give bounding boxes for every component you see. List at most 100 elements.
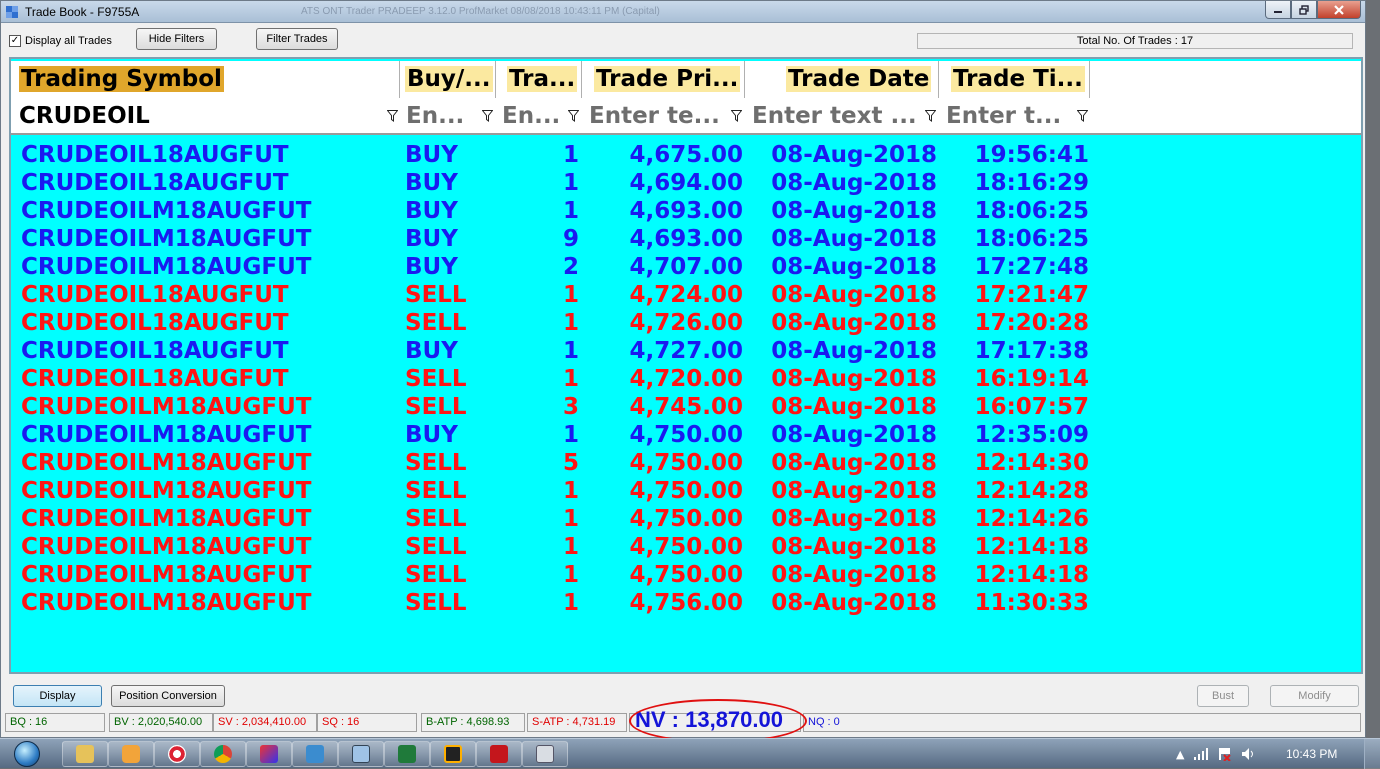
cell-date: 08-Aug-2018 bbox=[771, 562, 937, 588]
cell-qty: 1 bbox=[562, 478, 579, 504]
tray-expand-icon[interactable]: ▲ bbox=[1176, 748, 1184, 761]
show-desktop-button[interactable] bbox=[1364, 739, 1380, 769]
table-row[interactable]: CRUDEOIL18AUGFUT BUY 1 4,727.00 08-Aug-2018 1… bbox=[11, 337, 1361, 365]
triangle-app-icon bbox=[260, 745, 278, 763]
cell-time: 12:35:09 bbox=[974, 422, 1089, 448]
table-row[interactable]: CRUDEOILM18AUGFUT SELL 1 4,750.00 08-Aug-201… bbox=[11, 561, 1361, 589]
hide-filters-button[interactable]: Hide Filters bbox=[136, 28, 217, 50]
table-row[interactable]: CRUDEOIL18AUGFUT SELL 1 4,724.00 08-Aug-2018… bbox=[11, 281, 1361, 309]
close-button[interactable] bbox=[1317, 1, 1361, 19]
window-app-icon bbox=[352, 745, 370, 763]
table-row[interactable]: CRUDEOIL18AUGFUT SELL 1 4,726.00 08-Aug-2018… bbox=[11, 309, 1361, 337]
grid-filter-row: CRUDEOIL En... En... Enter te... Enter t… bbox=[11, 98, 1361, 135]
cell-side: SELL bbox=[405, 366, 467, 392]
start-button[interactable] bbox=[2, 740, 52, 768]
filter-funnel-icon[interactable] bbox=[387, 110, 398, 122]
column-header-trading-symbol[interactable]: Trading Symbol bbox=[19, 63, 399, 96]
cell-date: 08-Aug-2018 bbox=[771, 142, 937, 168]
minimize-icon bbox=[1274, 10, 1282, 13]
taskbar-trading-app[interactable] bbox=[430, 741, 476, 767]
cell-qty: 1 bbox=[562, 142, 579, 168]
filter-funnel-icon[interactable] bbox=[482, 110, 493, 122]
maximize-button[interactable] bbox=[1291, 1, 1317, 19]
taskbar-calculator[interactable] bbox=[522, 741, 568, 767]
table-row[interactable]: CRUDEOILM18AUGFUT SELL 3 4,745.00 08-Aug-201… bbox=[11, 393, 1361, 421]
volume-icon[interactable] bbox=[1241, 747, 1257, 761]
column-header-trade-date[interactable]: Trade Date bbox=[786, 63, 936, 96]
action-center-flag-icon[interactable] bbox=[1218, 747, 1232, 761]
cell-side: BUY bbox=[405, 254, 458, 280]
table-row[interactable]: CRUDEOILM18AUGFUT SELL 1 4,750.00 08-Aug-201… bbox=[11, 533, 1361, 561]
filter-funnel-icon[interactable] bbox=[1077, 110, 1088, 122]
table-row[interactable]: CRUDEOILM18AUGFUT SELL 1 4,750.00 08-Aug-201… bbox=[11, 477, 1361, 505]
taskbar-app-network[interactable] bbox=[292, 741, 338, 767]
cell-qty: 2 bbox=[562, 254, 579, 280]
toolbar: ✓ Display all Trades Hide Filters Filter… bbox=[1, 25, 1365, 55]
taskbar-pdf-reader[interactable] bbox=[476, 741, 522, 767]
bust-button[interactable]: Bust bbox=[1197, 685, 1249, 707]
cell-qty: 1 bbox=[562, 338, 579, 364]
column-header-trade-qty[interactable]: Tra... bbox=[507, 63, 579, 96]
filter-input-trade-qty[interactable]: En... bbox=[502, 100, 564, 133]
modify-button[interactable]: Modify bbox=[1270, 685, 1359, 707]
filter-input-trade-price[interactable]: Enter te... bbox=[589, 100, 726, 133]
filter-input-trading-symbol[interactable]: CRUDEOIL bbox=[19, 100, 384, 133]
table-row[interactable]: CRUDEOILM18AUGFUT BUY 9 4,693.00 08-Aug-2018… bbox=[11, 225, 1361, 253]
net-qty-status: NQ : 0 bbox=[803, 713, 1361, 732]
display-all-trades-checkbox[interactable]: ✓ Display all Trades bbox=[9, 35, 112, 47]
table-row[interactable]: CRUDEOILM18AUGFUT BUY 1 4,750.00 08-Aug-2018… bbox=[11, 421, 1361, 449]
table-row[interactable]: CRUDEOIL18AUGFUT BUY 1 4,694.00 08-Aug-2018 1… bbox=[11, 169, 1361, 197]
taskbar-app-triangle[interactable] bbox=[246, 741, 292, 767]
cell-date: 08-Aug-2018 bbox=[771, 422, 937, 448]
taskbar-app-lifebuoy[interactable] bbox=[154, 741, 200, 767]
cell-time: 17:20:28 bbox=[974, 310, 1089, 336]
table-row[interactable]: CRUDEOIL18AUGFUT BUY 1 4,675.00 08-Aug-2018 1… bbox=[11, 141, 1361, 169]
cell-date: 08-Aug-2018 bbox=[771, 170, 937, 196]
taskbar: ▲ 10:43 PM bbox=[0, 738, 1380, 769]
filter-funnel-icon[interactable] bbox=[925, 110, 936, 122]
excel-icon bbox=[398, 745, 416, 763]
title-bar[interactable]: Trade Book - F9755A ATS ONT Trader PRADE… bbox=[1, 1, 1365, 23]
table-row[interactable]: CRUDEOILM18AUGFUT BUY 1 4,693.00 08-Aug-2018… bbox=[11, 197, 1361, 225]
table-row[interactable]: CRUDEOIL18AUGFUT SELL 1 4,720.00 08-Aug-2018… bbox=[11, 365, 1361, 393]
sell-qty-status: SQ : 16 bbox=[317, 713, 417, 732]
column-header-trade-time[interactable]: Trade Ti... bbox=[951, 63, 1087, 96]
taskbar-explorer[interactable] bbox=[62, 741, 108, 767]
cell-price: 4,750.00 bbox=[629, 422, 744, 448]
cell-symbol: CRUDEOILM18AUGFUT bbox=[21, 590, 312, 616]
taskbar-media-player[interactable] bbox=[108, 741, 154, 767]
table-row[interactable]: CRUDEOILM18AUGFUT BUY 2 4,707.00 08-Aug-2018… bbox=[11, 253, 1361, 281]
taskbar-app-window[interactable] bbox=[338, 741, 384, 767]
network-signal-icon[interactable] bbox=[1193, 748, 1209, 760]
filter-trades-button[interactable]: Filter Trades bbox=[256, 28, 338, 50]
filter-input-trade-date[interactable]: Enter text ... bbox=[752, 100, 922, 133]
display-button[interactable]: Display bbox=[13, 685, 102, 707]
cell-symbol: CRUDEOILM18AUGFUT bbox=[21, 534, 312, 560]
taskbar-clock[interactable]: 10:43 PM bbox=[1286, 747, 1337, 761]
cell-symbol: CRUDEOILM18AUGFUT bbox=[21, 506, 312, 532]
trade-grid[interactable]: Trading Symbol Buy/... Tra... Trade Pri.… bbox=[9, 57, 1363, 674]
cell-price: 4,750.00 bbox=[629, 534, 744, 560]
cell-side: SELL bbox=[405, 394, 467, 420]
filter-funnel-icon[interactable] bbox=[731, 110, 742, 122]
table-row[interactable]: CRUDEOILM18AUGFUT SELL 1 4,750.00 08-Aug-201… bbox=[11, 505, 1361, 533]
cell-side: SELL bbox=[405, 478, 467, 504]
table-row[interactable]: CRUDEOILM18AUGFUT SELL 5 4,750.00 08-Aug-201… bbox=[11, 449, 1361, 477]
taskbar-excel[interactable] bbox=[384, 741, 430, 767]
column-header-trade-price[interactable]: Trade Pri... bbox=[594, 63, 744, 96]
cell-qty: 9 bbox=[562, 226, 579, 252]
position-conversion-button[interactable]: Position Conversion bbox=[111, 685, 225, 707]
minimize-button[interactable] bbox=[1265, 1, 1291, 19]
cell-side: SELL bbox=[405, 590, 467, 616]
cell-price: 4,745.00 bbox=[629, 394, 744, 420]
column-header-buy-sell[interactable]: Buy/... bbox=[405, 63, 493, 96]
taskbar-chrome[interactable] bbox=[200, 741, 246, 767]
filter-input-buy-sell[interactable]: En... bbox=[406, 100, 476, 133]
cell-price: 4,707.00 bbox=[629, 254, 744, 280]
cell-symbol: CRUDEOILM18AUGFUT bbox=[21, 254, 312, 280]
filter-input-trade-time[interactable]: Enter t... bbox=[946, 100, 1074, 133]
filter-funnel-icon[interactable] bbox=[568, 110, 579, 122]
cell-side: SELL bbox=[405, 562, 467, 588]
table-row[interactable]: CRUDEOILM18AUGFUT SELL 1 4,756.00 08-Aug-201… bbox=[11, 589, 1361, 617]
cell-side: SELL bbox=[405, 450, 467, 476]
